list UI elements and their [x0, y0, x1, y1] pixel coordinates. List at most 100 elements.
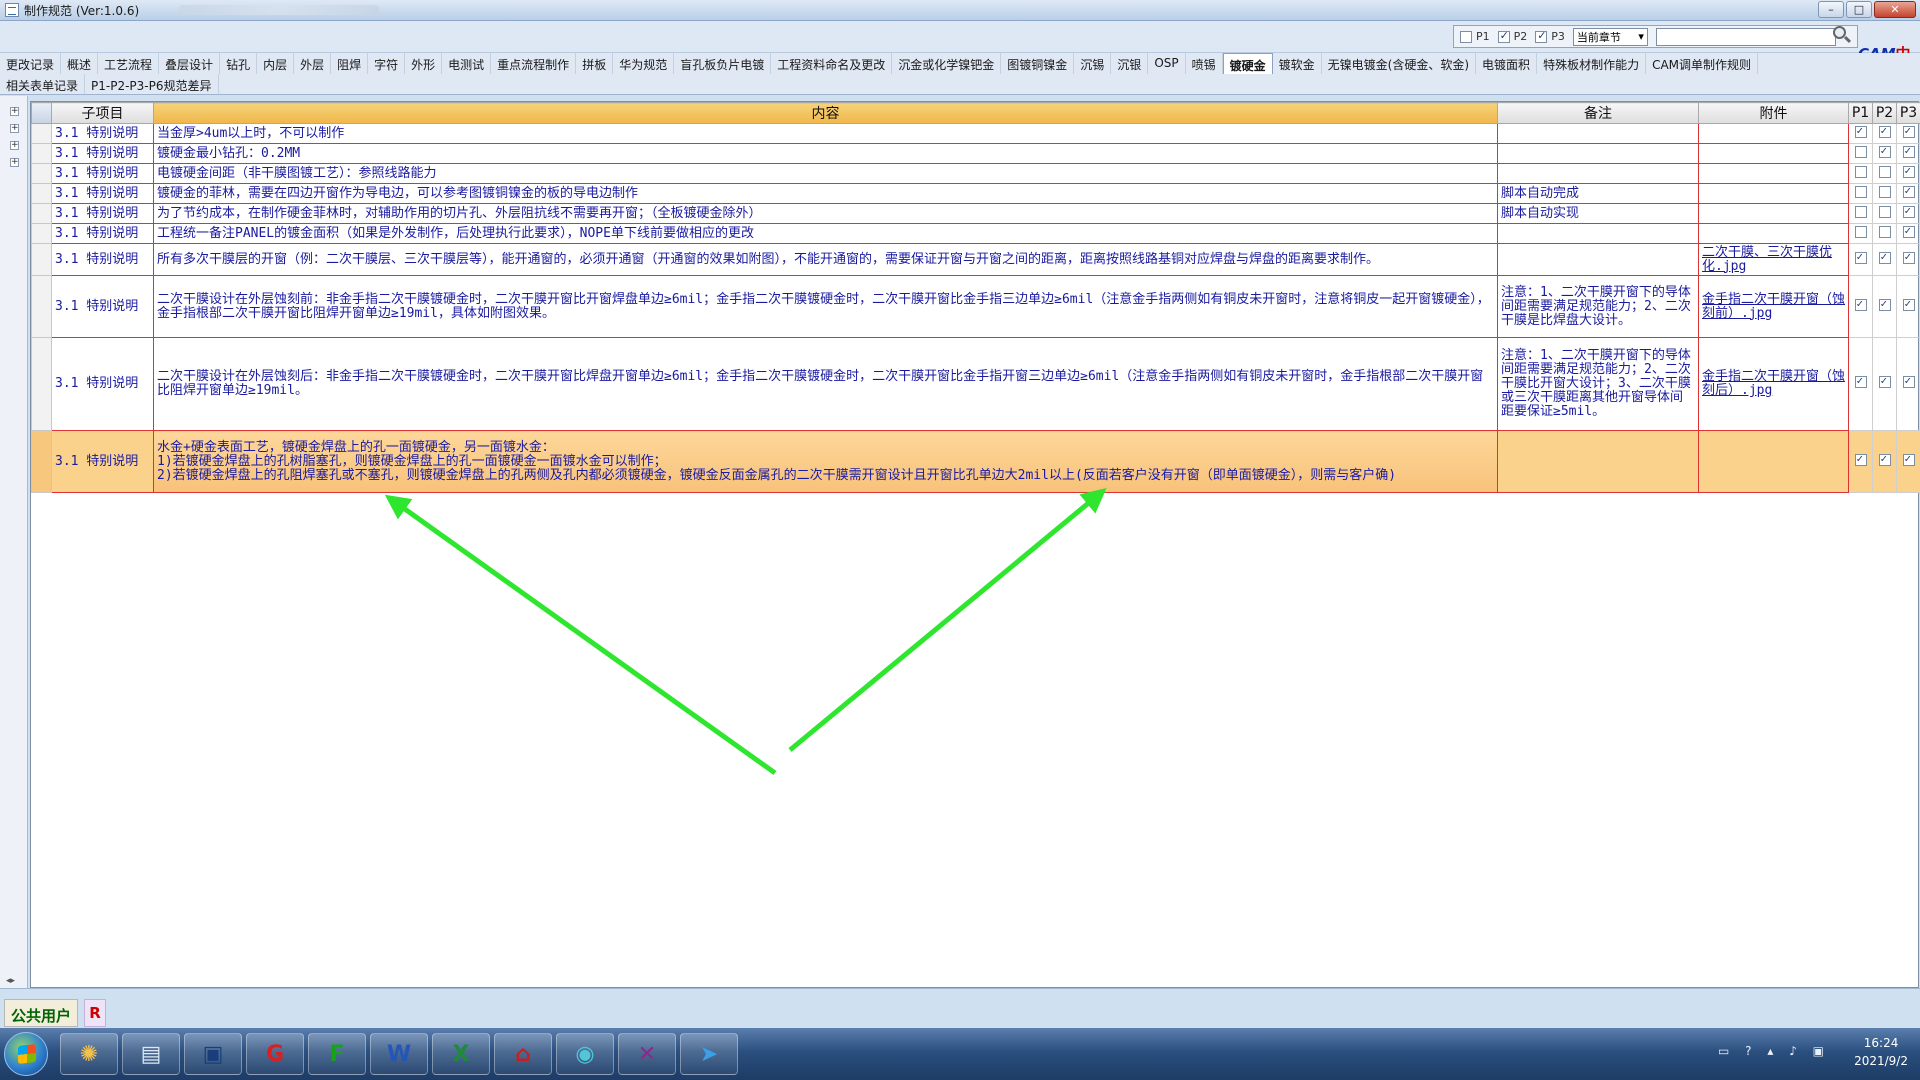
table-row[interactable]: 3.1 特别说明 工程统一备注PANEL的镀金面积（如果是外发制作，后处理执行此要… [31, 223, 1920, 244]
cell-attachment[interactable]: 金手指二次干膜开窗（蚀刻前）.jpg [1698, 275, 1849, 338]
cell-attachment[interactable] [1698, 223, 1849, 244]
cell-content[interactable]: 当金厚>4um以上时，不可以制作 [153, 123, 1498, 144]
col-header-p2[interactable]: P2 [1872, 102, 1897, 124]
cell-note[interactable]: 脚本自动完成 [1497, 183, 1699, 204]
row-selector[interactable] [31, 123, 52, 144]
cell-sub[interactable]: 3.1 特别说明 [51, 223, 154, 244]
table-row[interactable]: 3.1 特别说明 镀硬金最小钻孔：0.2MM [31, 143, 1920, 164]
cell-attachment[interactable]: 金手指二次干膜开窗（蚀刻后）.jpg [1698, 337, 1849, 431]
search-button[interactable] [1830, 24, 1852, 46]
row-selector[interactable] [31, 143, 52, 164]
p1-checkbox[interactable] [1854, 225, 1867, 238]
r-button[interactable]: R [84, 999, 106, 1027]
tab-tabs2-1[interactable]: P1-P2-P3-P6规范差异 [85, 74, 219, 94]
tab-tabs1-1[interactable]: 概述 [61, 53, 99, 74]
cell-note[interactable] [1497, 123, 1699, 144]
row-selector[interactable] [31, 430, 52, 493]
cell-attachment[interactable] [1698, 430, 1849, 493]
tab-tabs1-27[interactable]: CAM调单制作规则 [1646, 53, 1759, 74]
p2-checkbox[interactable] [1878, 144, 1891, 158]
table-row[interactable]: 3.1 特别说明 镀硬金的菲林，需要在四边开窗作为导电边，可以参考图镀铜镍金的板的… [31, 183, 1920, 204]
p1-checkbox[interactable] [1854, 452, 1867, 466]
p2-checkbox[interactable] [1878, 374, 1891, 388]
user-label[interactable]: 公共用户 [4, 999, 79, 1027]
cell-sub[interactable]: 3.1 特别说明 [51, 203, 154, 224]
filter-p2-checkbox[interactable] [1497, 29, 1510, 43]
cell-attachment[interactable] [1698, 143, 1849, 164]
table-row[interactable]: 3.1 特别说明 电镀硬金间距（非干膜图镀工艺）：参照线路能力 [31, 163, 1920, 184]
cell-content[interactable]: 二次干膜设计在外层蚀刻后：非金手指二次干膜镀硬金时，二次干膜开窗比焊盘开窗单边≥… [153, 337, 1498, 431]
cell-attachment[interactable] [1698, 183, 1849, 204]
p2-checkbox[interactable] [1878, 225, 1891, 238]
cell-content[interactable]: 电镀硬金间距（非干膜图镀工艺）：参照线路能力 [153, 163, 1498, 184]
cell-attachment[interactable] [1698, 123, 1849, 144]
cell-content[interactable]: 所有多次干膜层的开窗（例：二次干膜层、三次干膜层等），能开通窗的，必须开通窗（开… [153, 243, 1498, 276]
table-row[interactable]: 3.1 特别说明 所有多次干膜层的开窗（例：二次干膜层、三次干膜层等），能开通窗的… [31, 243, 1920, 276]
tab-tabs1-10[interactable]: 电测试 [442, 53, 492, 74]
scroll-arrows-icon[interactable]: ◂▸ [6, 976, 15, 986]
grid-corner[interactable] [31, 102, 52, 124]
tab-tabs1-0[interactable]: 更改记录 [0, 53, 62, 74]
table-row[interactable]: 3.1 特别说明 二次干膜设计在外层蚀刻前：非金手指二次干膜镀硬金时，二次干膜开窗… [31, 275, 1920, 338]
f-app-icon[interactable]: F [308, 1033, 366, 1075]
maximize-button[interactable]: □ [1846, 1, 1872, 18]
filter-p3-checkbox[interactable] [1535, 29, 1548, 43]
p2-checkbox[interactable] [1878, 250, 1891, 264]
scope-select[interactable]: 当前章节 ▾ [1572, 27, 1648, 46]
tab-tabs1-18[interactable]: 沉锡 [1074, 53, 1112, 74]
tab-tabs1-24[interactable]: 无镍电镀金(含硬金、软金) [1322, 53, 1477, 74]
cell-note[interactable]: 脚本自动实现 [1497, 203, 1699, 224]
search-input[interactable] [1655, 27, 1836, 46]
tab-tabs1-12[interactable]: 拼板 [576, 53, 614, 74]
tab-tabs1-21[interactable]: 喷锡 [1186, 53, 1223, 74]
tab-tabs1-26[interactable]: 特殊板材制作能力 [1537, 53, 1647, 74]
tab-tabs2-0[interactable]: 相关表单记录 [0, 74, 86, 94]
tab-tabs1-9[interactable]: 外形 [405, 53, 443, 74]
table-row[interactable]: 3.1 特别说明 二次干膜设计在外层蚀刻后：非金手指二次干膜镀硬金时，二次干膜开窗… [31, 337, 1920, 431]
shell-icon[interactable]: ✺ [60, 1033, 118, 1075]
start-button[interactable] [4, 1032, 48, 1076]
tab-tabs1-17[interactable]: 图镀铜镍金 [1001, 53, 1075, 74]
tab-tabs1-13[interactable]: 华为规范 [613, 53, 675, 74]
p1-checkbox[interactable] [1854, 124, 1867, 138]
tab-tabs1-23[interactable]: 镀软金 [1273, 53, 1322, 74]
cell-content[interactable]: 水金+硬金表面工艺，镀硬金焊盘上的孔一面镀硬金，另一面镀水金： 1)若镀硬金焊盘… [153, 430, 1498, 493]
p3-checkbox[interactable] [1902, 204, 1915, 218]
p2-checkbox[interactable] [1878, 297, 1891, 311]
p2-checkbox[interactable] [1878, 185, 1891, 198]
table-row[interactable]: 3.1 特别说明 为了节约成本，在制作硬金菲林时，对辅助作用的切片孔、外层阻抗线不… [31, 203, 1920, 224]
p3-checkbox[interactable] [1902, 250, 1915, 264]
p3-checkbox[interactable] [1902, 184, 1915, 198]
tab-tabs1-14[interactable]: 盲孔板负片电镀 [674, 53, 772, 74]
table-row[interactable]: 3.1 特别说明 水金+硬金表面工艺，镀硬金焊盘上的孔一面镀硬金，另一面镀水金： … [31, 430, 1920, 493]
minimize-button[interactable]: – [1818, 1, 1844, 18]
row-selector[interactable] [31, 275, 52, 338]
tab-tabs1-15[interactable]: 工程资料命名及更改 [771, 53, 893, 74]
col-header-content[interactable]: 内容 [153, 102, 1498, 124]
col-header-attachment[interactable]: 附件 [1698, 102, 1849, 124]
tab-tabs1-22[interactable]: 镀硬金 [1222, 53, 1273, 74]
cell-sub[interactable]: 3.1 特别说明 [51, 143, 154, 164]
p1-checkbox[interactable] [1854, 297, 1867, 311]
notepad-icon[interactable]: ▤ [122, 1033, 180, 1075]
p3-checkbox[interactable] [1902, 164, 1915, 178]
cell-note[interactable] [1497, 143, 1699, 164]
tree-expand-icon[interactable]: + [10, 141, 19, 150]
attachment-link[interactable]: 金手指二次干膜开窗（蚀刻前）.jpg [1702, 292, 1845, 321]
cell-attachment[interactable] [1698, 203, 1849, 224]
col-header-note[interactable]: 备注 [1497, 102, 1699, 124]
cell-content[interactable]: 工程统一备注PANEL的镀金面积（如果是外发制作，后处理执行此要求），NOPE单… [153, 223, 1498, 244]
p1-checkbox[interactable] [1854, 374, 1867, 388]
p2-checkbox[interactable] [1878, 165, 1891, 178]
tab-tabs1-6[interactable]: 外层 [294, 53, 332, 74]
word-icon[interactable]: W [370, 1033, 428, 1075]
p1-checkbox[interactable] [1854, 250, 1867, 264]
row-selector[interactable] [31, 163, 52, 184]
tab-tabs1-3[interactable]: 叠层设计 [159, 53, 221, 74]
tree-expand-icon[interactable]: + [10, 107, 19, 116]
tray-icons[interactable]: ▭ ? ▴ ♪ ▣ [1718, 1044, 1830, 1058]
cell-note[interactable]: 注意：1、二次干膜开窗下的导体间距需要满足规范能力；2、二次干膜比开窗大设计；3… [1497, 337, 1699, 431]
row-selector[interactable] [31, 203, 52, 224]
cell-sub[interactable]: 3.1 特别说明 [51, 163, 154, 184]
tab-tabs1-16[interactable]: 沉金或化学镍钯金 [892, 53, 1002, 74]
